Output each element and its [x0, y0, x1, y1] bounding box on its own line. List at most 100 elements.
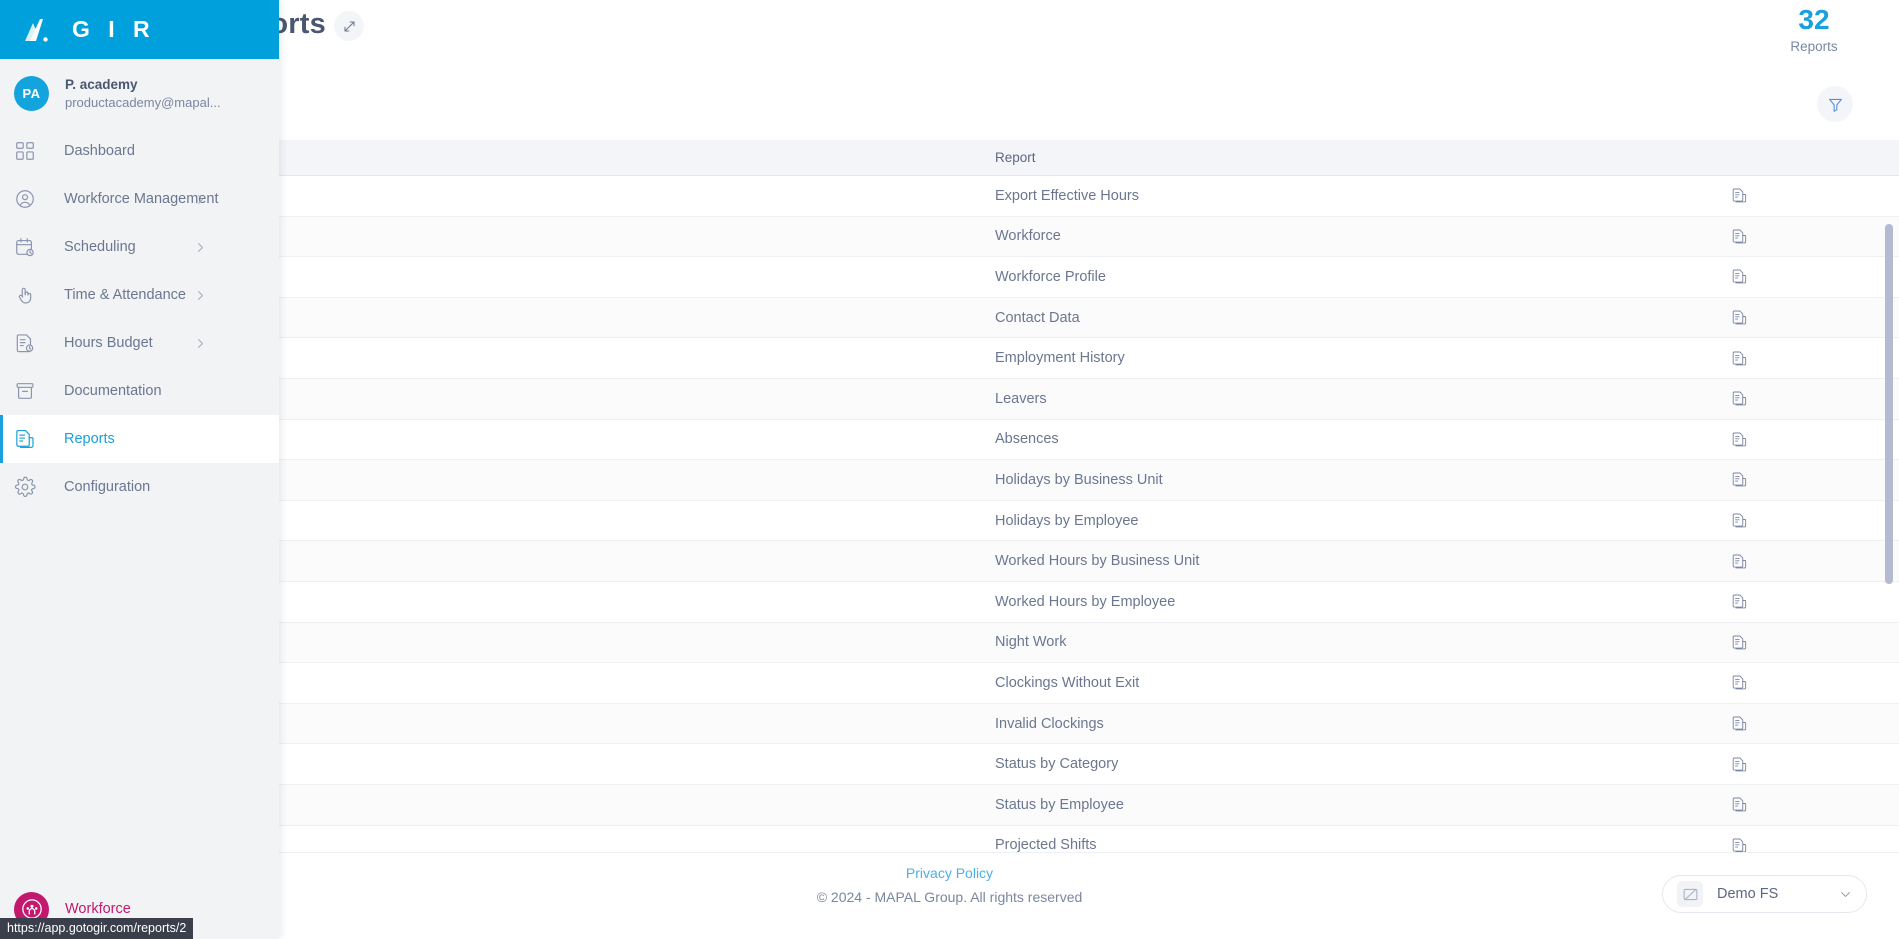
- table-scrollbar[interactable]: [1879, 177, 1899, 852]
- table-row[interactable]: eLeavers: [0, 378, 1899, 420]
- sidebar: G I R PA P. academy productacademy@mapal…: [0, 0, 279, 939]
- expand-button[interactable]: [334, 11, 364, 41]
- report-document-icon: [1732, 635, 1747, 650]
- dashboard-grid-icon: [16, 142, 34, 160]
- table-row[interactable]: eWorkforce: [0, 216, 1899, 258]
- row-action-button[interactable]: [1705, 634, 1899, 651]
- row-action-button[interactable]: [1705, 756, 1899, 773]
- sidebar-user-meta: P. academy productacademy@mapal...: [65, 77, 221, 110]
- sidebar-item-hours-budget[interactable]: Hours Budget: [0, 319, 279, 367]
- page-footer: Privacy Policy © 2024 - MAPAL Group. All…: [0, 852, 1899, 939]
- row-action-button[interactable]: [1705, 674, 1899, 691]
- row-action-button[interactable]: [1705, 512, 1899, 529]
- cell-report: Holidays by Employee: [995, 512, 1139, 529]
- cell-report: Workforce Profile: [995, 268, 1106, 285]
- sidebar-brand[interactable]: G I R: [0, 0, 279, 59]
- row-action-button[interactable]: [1705, 268, 1899, 285]
- site-selector[interactable]: Demo FS: [1662, 875, 1867, 913]
- chevron-right-icon: [194, 337, 207, 350]
- table-row[interactable]: eWorkforce Profile: [0, 257, 1899, 298]
- row-action-button[interactable]: [1705, 309, 1899, 326]
- table-row[interactable]: s & HolidaysHolidays by Employee: [0, 500, 1899, 542]
- table-row[interactable]: rkedStatus by Category: [0, 744, 1899, 785]
- report-document-icon: [1732, 513, 1747, 528]
- sidebar-item-scheduling[interactable]: Scheduling: [0, 223, 279, 271]
- hand-tap-icon: [18, 287, 32, 304]
- report-document-icon: [1732, 229, 1747, 244]
- gear-icon-wrap: [14, 476, 50, 498]
- sidebar-item-workforce-management[interactable]: Workforce Management: [0, 175, 279, 223]
- cell-report: Employment History: [995, 350, 1125, 367]
- table-row[interactable]: eEmployment History: [0, 338, 1899, 379]
- report-document-icon: [1732, 188, 1747, 203]
- document-clock-icon: [16, 334, 34, 353]
- cell-report: Holidays by Business Unit: [995, 471, 1163, 488]
- table-row[interactable]: rkedWorked Hours by Employee: [0, 581, 1899, 623]
- table-row[interactable]: dgetExport Effective Hours: [0, 176, 1899, 217]
- row-action-button[interactable]: [1705, 431, 1899, 448]
- sidebar-user[interactable]: PA P. academy productacademy@mapal...: [0, 59, 279, 127]
- report-document-icon-wrap: [14, 428, 50, 450]
- sidebar-item-configuration[interactable]: Configuration: [0, 463, 279, 511]
- avatar: PA: [14, 75, 49, 111]
- row-action-button[interactable]: [1705, 228, 1899, 245]
- report-document-icon: [1732, 594, 1747, 609]
- table-row[interactable]: ttendanceInvalid Clockings: [0, 703, 1899, 745]
- cell-report: Projected Shifts: [995, 837, 1097, 852]
- filter-button[interactable]: [1817, 86, 1853, 122]
- report-document-icon: [16, 429, 34, 448]
- cell-report: Night Work: [995, 634, 1067, 651]
- row-action-button[interactable]: [1705, 187, 1899, 204]
- row-action-button[interactable]: [1705, 390, 1899, 407]
- sidebar-brand-text: G I R: [72, 16, 156, 42]
- report-document-icon: [1732, 472, 1747, 487]
- expand-arrows-icon: [343, 20, 355, 32]
- cell-report: Worked Hours by Business Unit: [995, 553, 1200, 570]
- sidebar-item-dashboard[interactable]: Dashboard: [0, 127, 279, 175]
- report-document-icon: [1732, 675, 1747, 690]
- sidebar-item-documentation[interactable]: Documentation: [0, 367, 279, 415]
- table-row[interactable]: rkedStatus by Employee: [0, 784, 1899, 826]
- table-row[interactable]: eContact Data: [0, 297, 1899, 339]
- reports-count-label: Reports: [1790, 39, 1838, 54]
- privacy-policy-link[interactable]: Privacy Policy: [906, 865, 993, 881]
- row-action-button[interactable]: [1705, 553, 1899, 570]
- sidebar-nav: Dashboard Workforce Management Scheduling T…: [0, 127, 279, 511]
- hand-tap-icon-wrap: [14, 284, 50, 306]
- table-row[interactable]: rkedNight Work: [0, 622, 1899, 664]
- row-action-button[interactable]: [1705, 471, 1899, 488]
- table-row[interactable]: s & HolidaysHolidays by Business Unit: [0, 460, 1899, 501]
- status-bar-url: https://app.gotogir.com/reports/2: [0, 918, 194, 939]
- sidebar-item-label: Reports: [64, 430, 115, 447]
- sidebar-item-time-attendance[interactable]: Time & Attendance: [0, 271, 279, 319]
- sidebar-item-label: Scheduling: [64, 238, 136, 255]
- row-action-button[interactable]: [1705, 837, 1899, 852]
- table-row[interactable]: s & HolidaysAbsences: [0, 419, 1899, 461]
- report-document-icon: [1732, 270, 1747, 284]
- cell-report: Contact Data: [995, 309, 1080, 326]
- sidebar-item-label: Hours Budget: [64, 334, 153, 351]
- row-action-button[interactable]: [1705, 350, 1899, 367]
- archive-box-icon: [16, 383, 34, 399]
- row-action-button[interactable]: [1705, 715, 1899, 732]
- user-circle-icon-wrap: [14, 188, 50, 210]
- sidebar-user-email: productacademy@mapal...: [65, 94, 221, 110]
- reports-count: 32 Reports: [1769, 4, 1859, 55]
- row-action-button[interactable]: [1705, 796, 1899, 813]
- calendar-clock-icon-wrap: [14, 236, 50, 258]
- report-document-icon: [1732, 716, 1747, 731]
- table-row[interactable]: ttendanceClockings Without Exit: [0, 663, 1899, 704]
- page-header: Reports 32 Reports: [0, 0, 1899, 160]
- sidebar-item-label: Time & Attendance: [64, 286, 186, 303]
- chevron-right-icon: [194, 241, 207, 254]
- chevron-right-icon: [194, 289, 207, 302]
- table-row[interactable]: sProjected Shifts: [0, 825, 1899, 852]
- broken-image-icon: [1677, 881, 1703, 907]
- reports-count-value: 32: [1798, 4, 1830, 35]
- report-document-icon: [1732, 391, 1747, 406]
- report-document-icon: [1732, 554, 1747, 569]
- sidebar-item-reports[interactable]: Reports: [0, 415, 279, 463]
- table-row[interactable]: rkedWorked Hours by Business Unit: [0, 541, 1899, 582]
- table-scrollbar-thumb[interactable]: [1885, 224, 1893, 584]
- row-action-button[interactable]: [1705, 593, 1899, 610]
